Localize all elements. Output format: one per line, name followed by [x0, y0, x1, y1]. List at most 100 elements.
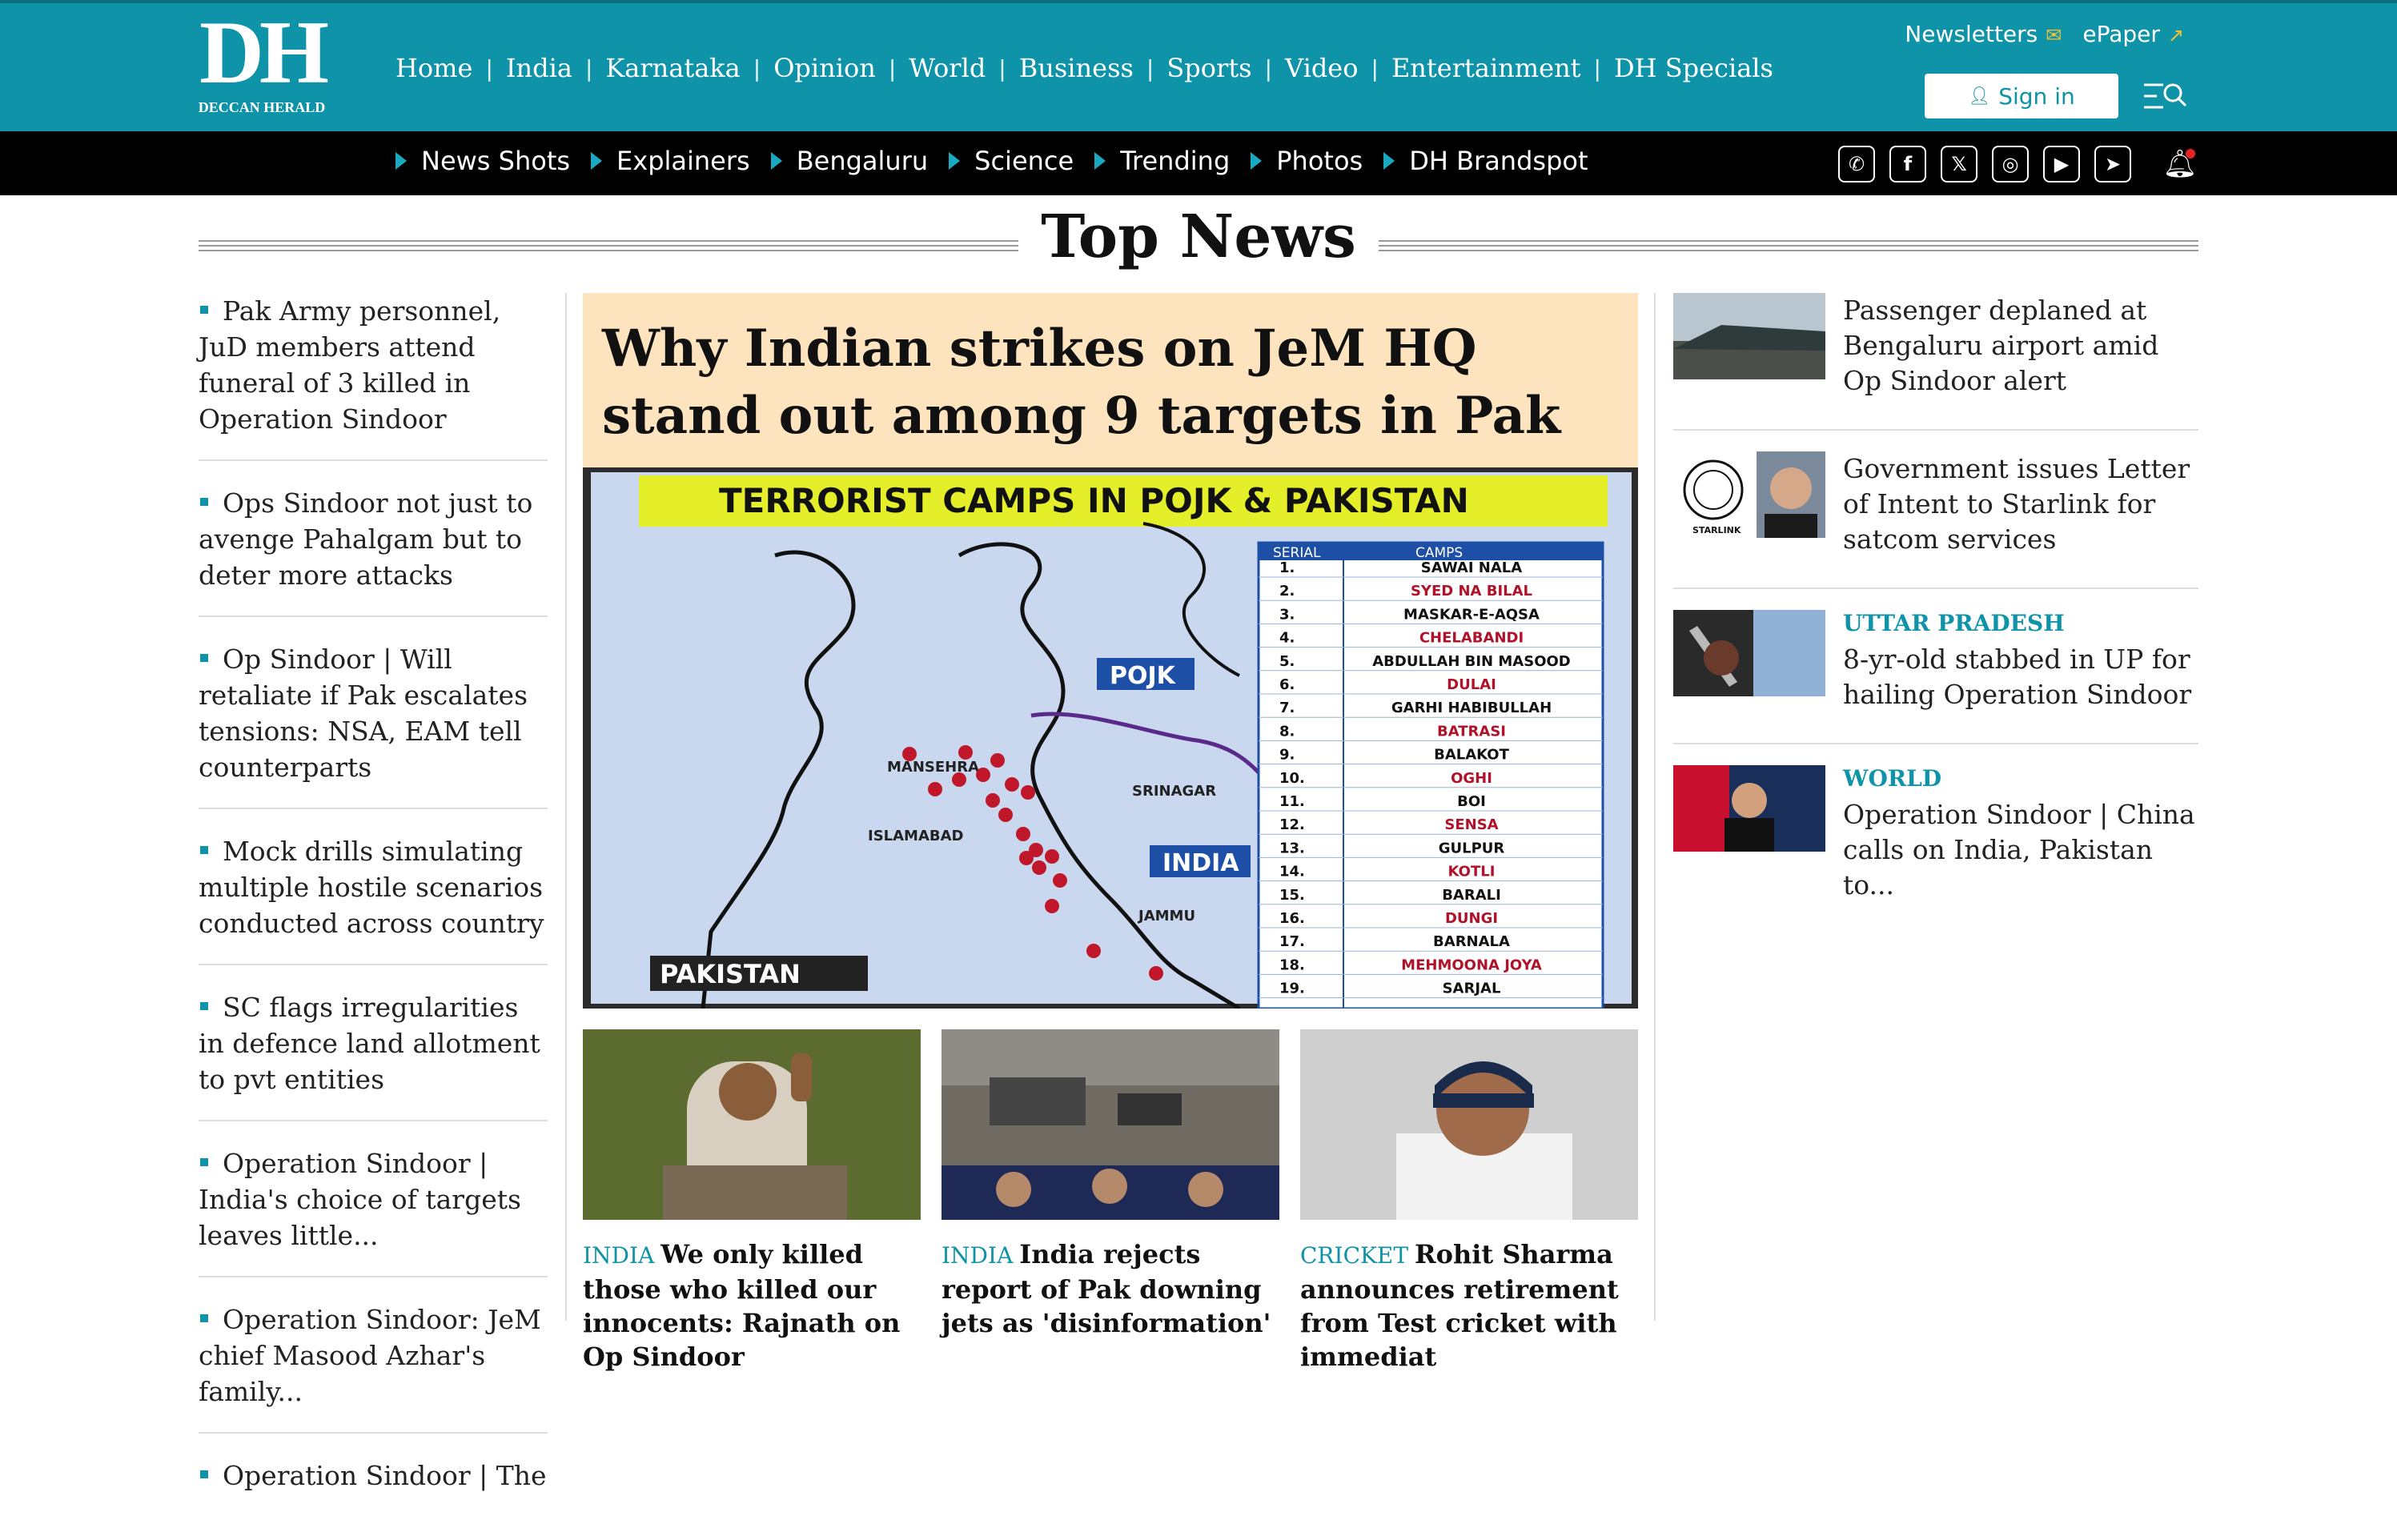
list-item[interactable]: Operation Sindoor: JeM chief Masood Azha… — [199, 1301, 548, 1434]
nav-home[interactable]: Home — [395, 53, 472, 83]
list-item[interactable]: SC flags irregularities in defence land … — [199, 989, 548, 1121]
nav-opinion[interactable]: Opinion — [773, 53, 876, 83]
thumbnail[interactable] — [1673, 610, 1825, 696]
nav-dh-specials[interactable]: DH Specials — [1614, 53, 1773, 83]
epaper-link[interactable]: ePaper ↗ — [2082, 21, 2184, 47]
hero-title[interactable]: Why Indian strikes on JeM HQ stand out a… — [602, 315, 1619, 450]
list-item[interactable]: Ops Sindoor not just to avenge Pahalgam … — [199, 485, 548, 617]
camp-serial: 8. — [1279, 723, 1295, 740]
hero-title-box: Why Indian strikes on JeM HQ stand out a… — [583, 293, 1638, 467]
thumbnail[interactable]: STARLINK — [1673, 451, 1825, 538]
camp-marker — [1086, 944, 1101, 958]
camp-name: KOTLI — [1448, 864, 1496, 880]
notification-bell-icon[interactable]: 🔔︎ — [2162, 146, 2198, 182]
camp-serial: 12. — [1279, 816, 1305, 833]
facebook-icon[interactable]: f — [1889, 146, 1926, 182]
story-card[interactable]: CRICKET Rohit Sharma announces retirement… — [1300, 1029, 1638, 1374]
story-category[interactable]: UTTAR PRADESH — [1843, 610, 2198, 637]
column-divider — [565, 293, 567, 1321]
instagram-icon[interactable]: ◎ — [1992, 146, 2029, 182]
story-card-image[interactable] — [1300, 1029, 1638, 1220]
bullet-icon — [200, 846, 208, 854]
list-item[interactable]: Operation Sindoor | India's choice of ta… — [199, 1145, 548, 1277]
headline: Government issues Letter of Intent to St… — [1843, 453, 2190, 555]
x-icon[interactable]: 𝕏 — [1941, 146, 1977, 182]
story-category[interactable]: INDIA — [942, 1242, 1013, 1269]
story-card[interactable]: INDIA India rejects report of Pak downing… — [942, 1029, 1279, 1374]
triangle-icon — [1251, 152, 1263, 170]
list-item[interactable]: Op Sindoor | Will retaliate if Pak escal… — [199, 641, 548, 809]
nav-world[interactable]: World — [909, 53, 986, 83]
youtube-icon[interactable]: ▶ — [2043, 146, 2080, 182]
list-item[interactable]: Mock drills simulating multiple hostile … — [199, 833, 548, 965]
nav-separator: | — [1371, 54, 1379, 82]
sign-in-label: Sign in — [1998, 82, 2075, 110]
photo-rajnath — [583, 1029, 921, 1220]
headline: 8-yr-old stabbed in UP for hailing Opera… — [1843, 644, 2192, 710]
story-card-image[interactable] — [942, 1029, 1279, 1220]
story-card-image[interactable] — [583, 1029, 921, 1220]
subnav-science[interactable]: Science — [949, 146, 1074, 176]
subnav-explainers[interactable]: Explainers — [591, 146, 750, 176]
telegram-icon[interactable]: ➤ — [2094, 146, 2131, 182]
story-category[interactable]: INDIA — [583, 1242, 654, 1269]
nav-business[interactable]: Business — [1019, 53, 1134, 83]
camp-name: SAWAI NALA — [1421, 559, 1522, 576]
story-card[interactable]: INDIA We only killed those who killed our… — [583, 1029, 921, 1374]
map-banner: TERRORIST CAMPS IN POJK & PAKISTAN — [719, 481, 1469, 520]
notification-dot — [2186, 149, 2195, 158]
sign-in-button[interactable]: 👤︎ Sign in — [1925, 74, 2118, 118]
camp-serial: 7. — [1279, 700, 1295, 716]
top-header: DH DECCAN HERALD Home | India | Karnataka |… — [0, 0, 2397, 131]
nav-video[interactable]: Video — [1285, 53, 1358, 83]
camp-name: BALAKOT — [1434, 747, 1509, 764]
left-headlines: Pak Army personnel, JuD members attend f… — [199, 293, 548, 1540]
main-nav: Home | India | Karnataka | Opinion | World | … — [395, 53, 1773, 83]
hero-story[interactable]: Why Indian strikes on JeM HQ stand out a… — [583, 293, 1638, 1009]
list-item[interactable]: Passenger deplaned at Bengaluru airport … — [1673, 293, 2198, 431]
thumbnail[interactable] — [1673, 765, 1825, 852]
nav-entertainment[interactable]: Entertainment — [1391, 53, 1581, 83]
thumbnail[interactable] — [1673, 293, 1825, 379]
right-headlines: Passenger deplaned at Bengaluru airport … — [1673, 293, 2198, 954]
camp-name: GULPUR — [1439, 840, 1505, 856]
story-card-text[interactable]: INDIA India rejects report of Pak downing… — [942, 1237, 1279, 1340]
story-card-text[interactable]: INDIA We only killed those who killed our… — [583, 1237, 921, 1374]
menu-search-icon[interactable] — [2142, 80, 2187, 112]
photo-rohit — [1300, 1029, 1638, 1220]
story-card-text[interactable]: CRICKET Rohit Sharma announces retirement… — [1300, 1237, 1638, 1374]
subnav-bengaluru[interactable]: Bengaluru — [770, 146, 929, 176]
story-category[interactable]: CRICKET — [1300, 1242, 1408, 1269]
nav-separator: | — [1264, 54, 1273, 82]
subnav-label: Bengaluru — [796, 146, 929, 176]
list-item[interactable]: Operation Sindoor | The — [199, 1458, 548, 1516]
nav-india[interactable]: India — [506, 53, 572, 83]
nav-sports[interactable]: Sports — [1166, 53, 1251, 83]
newsletters-link[interactable]: Newsletters ✉ — [1905, 21, 2062, 47]
newsletter-icon: ✉ — [2046, 24, 2062, 46]
subnav-news-shots[interactable]: News Shots — [395, 146, 570, 176]
hero-image[interactable]: TERRORIST CAMPS IN POJK & PAKISTAN POJK … — [583, 467, 1638, 1009]
list-item[interactable]: STARLINK Government issues Letter of Int… — [1673, 451, 2198, 589]
whatsapp-icon[interactable]: ✆ — [1838, 146, 1875, 182]
utility-links: Newsletters ✉ ePaper ↗ — [1905, 21, 2184, 47]
right-headline-text: UTTAR PRADESH 8-yr-old stabbed in UP for … — [1843, 610, 2198, 712]
subnav-photos[interactable]: Photos — [1251, 146, 1363, 176]
logo-subtitle: DECCAN HERALD — [198, 99, 326, 115]
list-item[interactable]: Pak Army personnel, JuD members attend f… — [199, 293, 548, 461]
story-category[interactable]: WORLD — [1843, 765, 2198, 792]
newsletters-label: Newsletters — [1905, 21, 2038, 47]
photo-knife — [1673, 610, 1825, 696]
list-item[interactable]: WORLD Operation Sindoor | China calls on … — [1673, 765, 2198, 933]
subnav-dh-brandspot[interactable]: DH Brandspot — [1383, 146, 1588, 176]
nav-separator: | — [998, 54, 1006, 82]
subnav-trending[interactable]: Trending — [1094, 146, 1230, 176]
column-divider — [1654, 293, 1656, 1321]
nav-karnataka[interactable]: Karnataka — [605, 53, 740, 83]
list-item[interactable]: UTTAR PRADESH 8-yr-old stabbed in UP for … — [1673, 610, 2198, 744]
camp-serial: 14. — [1279, 864, 1305, 880]
nav-separator: | — [485, 54, 493, 82]
site-logo[interactable]: DH DECCAN HERALD — [197, 8, 329, 116]
camp-serial: 16. — [1279, 910, 1305, 927]
camp-name: DUNGI — [1445, 910, 1498, 927]
